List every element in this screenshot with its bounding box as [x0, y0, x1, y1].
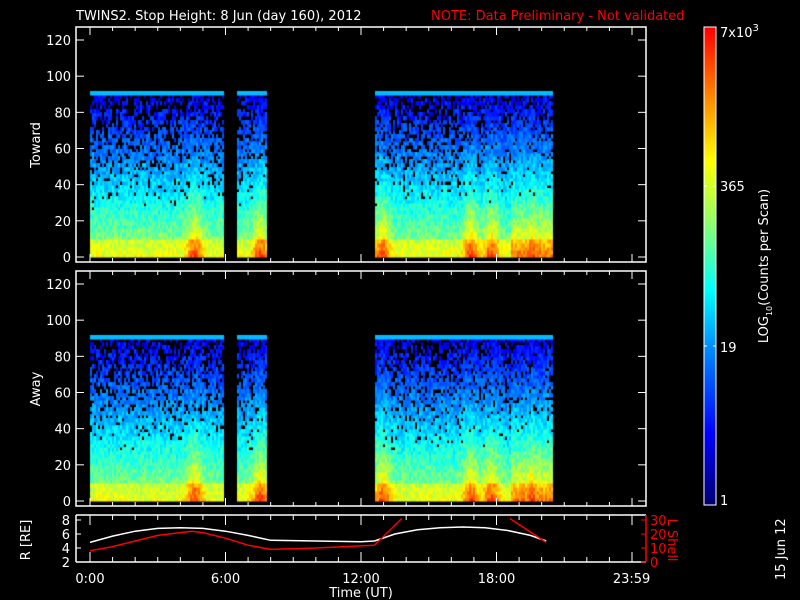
y-tick-label: 60 [54, 143, 71, 158]
colorbar-frame [703, 26, 717, 506]
colorbar-max-label: 7x103 [720, 23, 759, 41]
time-tick-label: 0:00 [75, 572, 104, 587]
y-tick-label: 0 [63, 251, 71, 266]
y-tick-label: 80 [54, 106, 71, 121]
y-tick-label: 20 [54, 215, 71, 230]
lshell-line [509, 517, 547, 544]
y-tick-label: 100 [46, 314, 71, 329]
time-tick-label: 12:00 [342, 572, 379, 587]
y-tick-label: 0 [63, 495, 71, 510]
r-tick-label: 8 [62, 514, 70, 529]
toward-label: Toward [29, 122, 44, 169]
y-tick-label: 40 [54, 179, 71, 194]
away-label: Away [29, 371, 44, 406]
y-tick-label: 120 [46, 278, 71, 293]
colorbar-label-19: 19 [720, 341, 737, 356]
r-tick-label: 4 [62, 542, 70, 557]
lshell-tick-label: 10 [650, 542, 667, 557]
twins-spectrogram-figure: TWINS2. Stop Height: 8 Jun (day 160), 20… [0, 0, 800, 600]
radius-axis-label: R [RE] [19, 520, 34, 561]
orbit-panel: R [RE] L Shell 24680102030 [19, 514, 679, 571]
y-tick-label: 100 [46, 70, 71, 85]
figure-title: TWINS2. Stop Height: 8 Jun (day 160), 20… [75, 9, 362, 24]
y-tick-label: 40 [54, 423, 71, 438]
panel-frame [75, 26, 647, 263]
away-panel: Away 0 20 40 60 80 100 120 [29, 270, 647, 510]
preliminary-note: NOTE: Data Preliminary - Not validated [431, 9, 685, 24]
y-tick-label: 60 [54, 387, 71, 402]
y-tick-label: 120 [46, 34, 71, 49]
colorbar-min-label: 1 [720, 494, 728, 509]
colorbar: 7x103 365 19 1 LOG10(Counts per Scan) [703, 23, 774, 509]
time-tick-label: 18:00 [478, 572, 515, 587]
colorbar-title: LOG10(Counts per Scan) [757, 189, 774, 343]
y-tick-label: 80 [54, 350, 71, 365]
time-axis-ticks: 0:00 6:00 12:00 18:00 23:59 [75, 572, 650, 587]
toward-panel: Toward 0 20 40 60 80 100 120 [29, 26, 647, 266]
colorbar-label-365: 365 [720, 180, 745, 195]
figure-overlay: TWINS2. Stop Height: 8 Jun (day 160), 20… [19, 9, 789, 600]
time-axis-label: Time (UT) [328, 586, 393, 600]
r-tick-label: 2 [62, 556, 70, 571]
time-tick-label: 6:00 [211, 572, 240, 587]
lshell-tick-label: 0 [650, 556, 658, 571]
r-tick-label: 6 [62, 528, 70, 543]
y-tick-label: 20 [54, 459, 71, 474]
time-tick-label: 23:59 [613, 572, 650, 587]
generation-date: 15 Jun 12 [774, 518, 789, 580]
lshell-tick-label: 20 [650, 528, 667, 543]
lshell-tick-label: 30 [650, 514, 667, 529]
panel-frame [75, 270, 647, 507]
